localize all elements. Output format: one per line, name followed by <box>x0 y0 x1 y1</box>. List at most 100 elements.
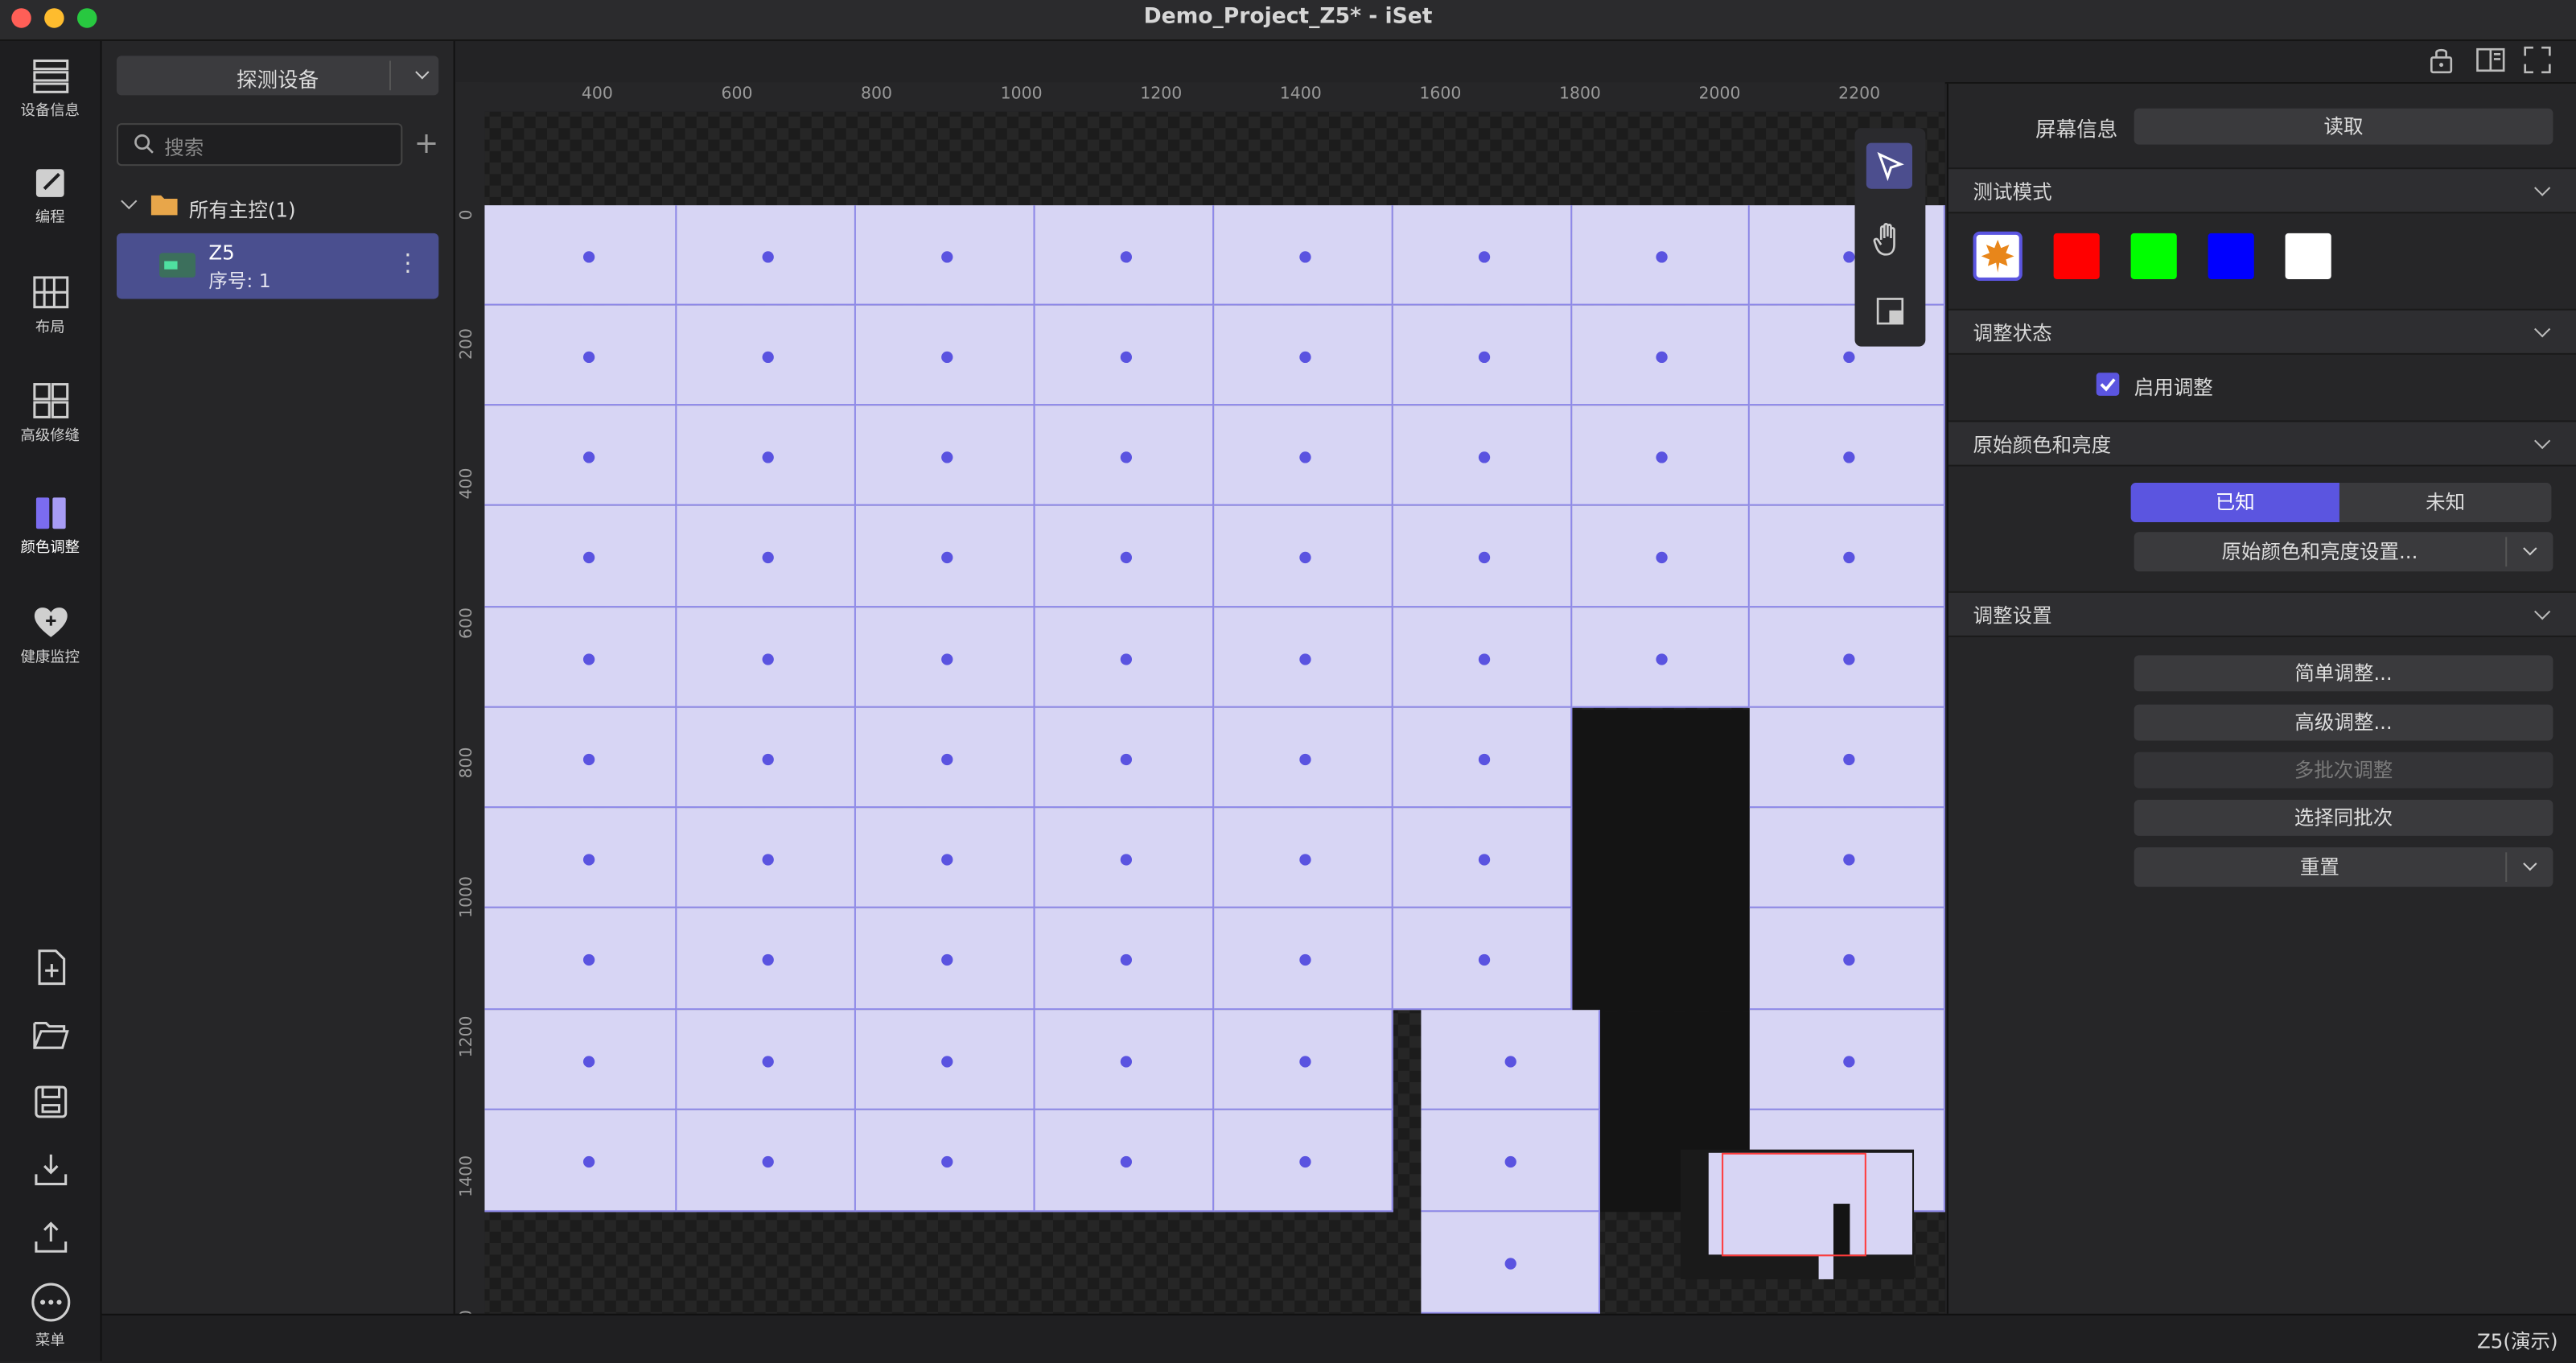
tile-center-dot <box>1119 752 1131 765</box>
add-icon[interactable]: + <box>414 126 439 161</box>
tile-center-dot <box>1477 752 1490 765</box>
open-folder-button[interactable] <box>0 1015 101 1059</box>
fullscreen-icon[interactable] <box>2524 46 2552 74</box>
upload-icon <box>34 1221 67 1253</box>
tile-center-dot <box>761 551 773 564</box>
canvas[interactable]: 400 600 800 1000 1200 1400 1600 1800 2000 2200 0 2… <box>455 82 1945 1314</box>
section-test-mode[interactable]: 测试模式 <box>1948 167 2576 214</box>
tile-center-dot <box>1119 350 1131 363</box>
device-panel: 探测设备 搜索 + 所有主控(1) Z5 序号: 1 · · · <box>101 41 455 1314</box>
tile-center-dot <box>1119 551 1131 564</box>
test-pattern-image[interactable] <box>1973 231 2023 282</box>
group-label[interactable]: 所有主控(1) <box>189 196 296 224</box>
minimap-toggle-icon[interactable] <box>1876 297 1906 327</box>
edit-icon <box>35 169 64 197</box>
tile-center-dot <box>1298 953 1311 966</box>
advanced-adjust-button[interactable]: 高级调整... <box>2134 704 2553 741</box>
menu-label: 菜单 <box>35 1333 65 1350</box>
ruler-y-tick: 0 <box>458 209 477 220</box>
cabinet-tile[interactable] <box>484 1110 677 1213</box>
detect-device-button[interactable]: 探测设备 <box>116 56 439 96</box>
enable-adjust-checkbox[interactable] <box>2096 373 2120 396</box>
search-input[interactable]: 搜索 <box>116 123 403 167</box>
tile-center-dot <box>1477 451 1490 463</box>
rail-item-program[interactable]: 编程 <box>0 164 101 227</box>
known-toggle[interactable]: 已知 <box>2130 483 2339 523</box>
section-adjust-settings[interactable]: 调整设置 <box>1948 591 2576 637</box>
device-serial: 序号: 1 <box>208 269 271 293</box>
tile-center-dot <box>582 350 595 363</box>
cabinet-tile[interactable] <box>484 808 677 908</box>
original-color-settings-button[interactable]: 原始颜色和亮度设置... <box>2134 532 2553 572</box>
test-color-green[interactable] <box>2130 233 2177 279</box>
tile-center-dot <box>1298 1155 1311 1168</box>
enable-adjust-label: 启用调整 <box>2134 376 2213 399</box>
rail-item-layout[interactable]: 布局 <box>0 274 101 336</box>
reset-button[interactable]: 重置 <box>2134 847 2553 887</box>
menu-button[interactable]: 菜单 <box>0 1281 101 1350</box>
import-button[interactable] <box>0 1150 101 1194</box>
chevron-down-icon[interactable] <box>121 192 138 210</box>
test-color-red[interactable] <box>2053 233 2100 279</box>
ruler-x-tick: 1800 <box>1558 85 1601 104</box>
cabinet-tile[interactable] <box>484 607 677 708</box>
device-item[interactable]: Z5 序号: 1 · · · <box>116 233 439 299</box>
section-adjust-state[interactable]: 调整状态 <box>1948 308 2576 355</box>
tile-center-dot <box>1477 350 1490 363</box>
status-bar: Z5(演示) <box>101 1313 2576 1363</box>
test-color-white[interactable] <box>2285 233 2331 279</box>
ruler-y-tick: 200 <box>458 328 477 360</box>
ruler-x-tick: 1000 <box>1000 85 1043 104</box>
tile-center-dot <box>940 551 953 564</box>
lock-icon[interactable] <box>2428 46 2455 74</box>
simple-adjust-button[interactable]: 简单调整... <box>2134 655 2553 692</box>
tile-center-dot <box>1119 451 1131 463</box>
chevron-down-icon <box>2534 432 2551 450</box>
ruler-x-tick: 1200 <box>1140 85 1183 104</box>
tile-center-dot <box>761 250 773 262</box>
tile-center-dot <box>1119 853 1131 865</box>
export-button[interactable] <box>0 1217 101 1261</box>
cabinet-tile[interactable] <box>484 707 677 809</box>
tile-center-dot <box>761 1055 773 1067</box>
tile-center-dot <box>1656 653 1668 665</box>
save-button[interactable] <box>0 1082 101 1126</box>
tile-center-dot <box>1504 1258 1516 1270</box>
rail-item-advanced-seam[interactable]: 高级修缝 <box>0 383 101 445</box>
unknown-toggle[interactable]: 未知 <box>2339 483 2552 523</box>
test-color-blue[interactable] <box>2208 233 2254 279</box>
cabinet-tile[interactable] <box>484 205 677 306</box>
more-vertical-icon[interactable]: · · · <box>404 245 411 284</box>
tool-palette <box>1854 128 1926 347</box>
cabinet-tile[interactable] <box>484 406 677 506</box>
rail-item-health-monitor[interactable]: 健康监控 <box>0 604 101 667</box>
rail-item-color-adjust[interactable]: 颜色调整 <box>0 494 101 557</box>
right-panel: 屏幕信息 读取 测试模式 调整状态 启用调整 原始颜色和亮度 已知 未知 原始颜… <box>1946 84 2576 1314</box>
cabinet-tile[interactable] <box>484 305 677 406</box>
select-same-batch-button[interactable]: 选择同批次 <box>2134 799 2553 836</box>
hand-icon[interactable] <box>1873 222 1906 258</box>
rail-item-device-info[interactable]: 设备信息 <box>0 57 101 120</box>
section-original-color[interactable]: 原始颜色和亮度 <box>1948 420 2576 467</box>
read-button[interactable]: 读取 <box>2134 108 2553 145</box>
chevron-down-icon[interactable] <box>2523 856 2537 871</box>
tile-center-dot <box>1119 1055 1131 1067</box>
cabinet-tile[interactable] <box>484 908 677 1011</box>
rail-label: 设备信息 <box>20 103 80 120</box>
new-file-button[interactable] <box>0 948 101 992</box>
cabinet-tile[interactable] <box>484 1010 677 1110</box>
multi-batch-adjust-button[interactable]: 多批次调整 <box>2134 752 2553 789</box>
select-tool-button[interactable] <box>1866 142 1913 189</box>
tile-center-dot <box>940 1055 953 1067</box>
tile-center-dot <box>1477 551 1490 564</box>
tile-center-dot <box>1842 1055 1854 1067</box>
tile-center-dot <box>582 1155 595 1168</box>
chevron-down-icon[interactable] <box>2523 541 2537 556</box>
cabinet-tile[interactable] <box>484 505 677 608</box>
panel-layout-icon[interactable] <box>2475 46 2505 74</box>
minimap[interactable] <box>1681 1149 1915 1279</box>
tile-center-dot <box>1656 551 1668 564</box>
tile-center-dot <box>1842 350 1854 363</box>
divider <box>2505 852 2508 883</box>
minimap-viewport[interactable] <box>1722 1152 1866 1257</box>
